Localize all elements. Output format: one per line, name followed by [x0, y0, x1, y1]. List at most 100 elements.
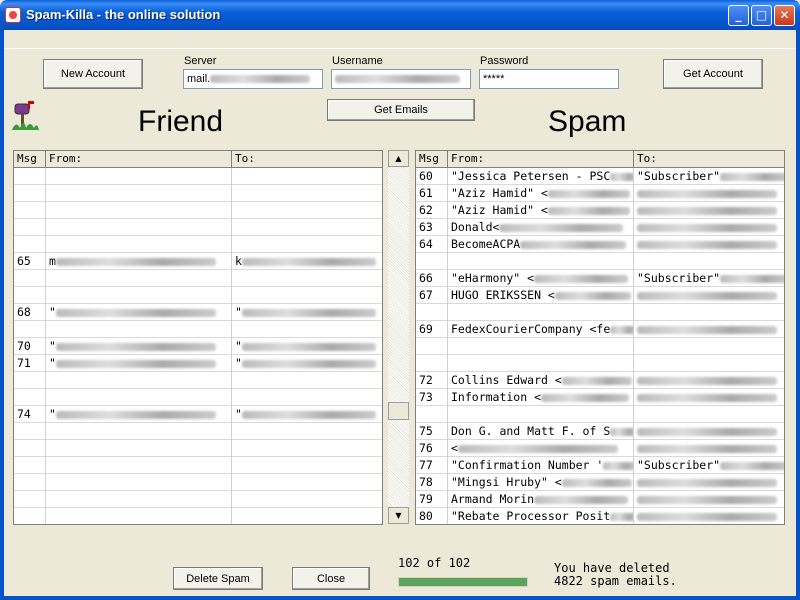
column-header-to[interactable]: To:: [232, 151, 382, 168]
table-row[interactable]: 61 "Aziz Hamid" <: [416, 185, 784, 202]
cell-msg: 71: [14, 355, 46, 372]
cell-from: "Rebate Processor Posit: [448, 508, 634, 524]
table-row[interactable]: [14, 491, 382, 508]
cell-from: ": [46, 406, 232, 423]
table-row[interactable]: [14, 372, 382, 389]
table-row[interactable]: 62 "Aziz Hamid" <: [416, 202, 784, 219]
table-row[interactable]: 63 Donald<: [416, 219, 784, 236]
table-row[interactable]: [14, 168, 382, 185]
cell-msg: 75: [416, 423, 448, 440]
table-row[interactable]: [14, 474, 382, 491]
table-row[interactable]: [416, 355, 784, 372]
cell-from: [46, 270, 232, 287]
scroll-down-button[interactable]: ▼: [388, 507, 409, 524]
cell-to: [232, 185, 382, 202]
redacted-text: [547, 189, 630, 198]
redacted-text: [534, 495, 629, 504]
table-row[interactable]: [416, 304, 784, 321]
table-row[interactable]: 72 Collins Edward <: [416, 372, 784, 389]
column-header-from[interactable]: From:: [448, 151, 634, 168]
table-row[interactable]: [14, 270, 382, 287]
column-header-from[interactable]: From:: [46, 151, 232, 168]
cell-to: [634, 389, 784, 406]
table-row[interactable]: [14, 236, 382, 253]
table-row[interactable]: 71 " ": [14, 355, 382, 372]
table-row[interactable]: [14, 321, 382, 338]
table-row[interactable]: [416, 338, 784, 355]
table-row[interactable]: 78 "Mingsi Hruby" <: [416, 474, 784, 491]
redacted-text: [637, 189, 777, 198]
cell-msg: [14, 219, 46, 236]
table-row[interactable]: [14, 202, 382, 219]
table-row[interactable]: 70 " ": [14, 338, 382, 355]
table-row[interactable]: [416, 253, 784, 270]
redacted-text: [610, 427, 633, 436]
minimize-button[interactable]: _: [728, 5, 749, 26]
table-row[interactable]: 68 " ": [14, 304, 382, 321]
scroll-thumb[interactable]: [388, 402, 409, 420]
cell-text: "Subscriber": [637, 271, 721, 285]
window-frame-right: [796, 30, 800, 600]
table-row[interactable]: 60 "Jessica Petersen - PSC "Subscriber": [416, 168, 784, 185]
table-row[interactable]: 76 <: [416, 440, 784, 457]
table-row[interactable]: [416, 406, 784, 423]
cell-text: Armand Morin: [451, 492, 535, 506]
cell-text: Donald<: [451, 220, 500, 234]
table-row[interactable]: 74 " ": [14, 406, 382, 423]
table-row[interactable]: 69 FedexCourierCompany <fe: [416, 321, 784, 338]
cell-text: Don G. and Matt F. of S: [451, 424, 611, 438]
app-icon[interactable]: [5, 7, 21, 23]
cell-to: [232, 321, 382, 338]
get-emails-button[interactable]: Get Emails: [327, 99, 475, 121]
column-header-msg[interactable]: Msg: [14, 151, 46, 168]
table-row[interactable]: 77 "Confirmation Number ' "Subscriber": [416, 457, 784, 474]
table-row[interactable]: 79 Armand Morin: [416, 491, 784, 508]
password-field[interactable]: *****: [479, 69, 619, 89]
spam-email-grid[interactable]: Msg From: To: 60 "Jessica Petersen - PSC "…: [415, 150, 785, 525]
menu-separator: [4, 48, 796, 49]
new-account-button[interactable]: New Account: [43, 59, 143, 89]
column-header-msg[interactable]: Msg: [416, 151, 448, 168]
column-header-to[interactable]: To:: [634, 151, 784, 168]
table-row[interactable]: [14, 457, 382, 474]
grid-scrollbar[interactable]: ▲ ▼: [388, 150, 409, 524]
cell-from: [46, 287, 232, 304]
table-row[interactable]: [14, 219, 382, 236]
table-row[interactable]: 80 "Rebate Processor Posit: [416, 508, 784, 524]
redacted-text: [637, 325, 777, 334]
table-row[interactable]: [14, 287, 382, 304]
table-row[interactable]: 67 HUGO ERIKSSEN <: [416, 287, 784, 304]
cell-text: ": [235, 407, 242, 421]
friend-email-grid[interactable]: Msg From: To: 65 m k 68 " " 70 " " 71 " " 74 " ": [13, 150, 383, 525]
table-row[interactable]: [14, 440, 382, 457]
cell-text: ": [49, 356, 56, 370]
redacted-text: [610, 325, 633, 334]
table-row[interactable]: [14, 423, 382, 440]
cell-from: [448, 253, 634, 270]
get-account-button[interactable]: Get Account: [663, 59, 763, 89]
cell-to: [634, 355, 784, 372]
scroll-track[interactable]: [388, 167, 409, 507]
table-row[interactable]: 73 Information <: [416, 389, 784, 406]
close-window-button[interactable]: ✕: [774, 5, 795, 26]
table-row[interactable]: 65 m k: [14, 253, 382, 270]
close-button[interactable]: Close: [292, 567, 370, 590]
cell-text: ": [49, 407, 56, 421]
table-row[interactable]: [14, 185, 382, 202]
table-row[interactable]: [14, 508, 382, 524]
cell-msg: [416, 355, 448, 372]
table-row[interactable]: 64 BecomeACPA: [416, 236, 784, 253]
table-row[interactable]: 75 Don G. and Matt F. of S: [416, 423, 784, 440]
scroll-up-button[interactable]: ▲: [388, 150, 409, 167]
redacted-text: [637, 291, 777, 300]
table-row[interactable]: 66 "eHarmony" < "Subscriber": [416, 270, 784, 287]
cell-to: "Subscriber": [634, 270, 784, 287]
title-bar[interactable]: Spam-Killa - the online solution _ □ ✕: [0, 0, 800, 30]
server-field[interactable]: mail.: [183, 69, 323, 89]
cell-to: [634, 185, 784, 202]
username-field[interactable]: [331, 69, 471, 89]
maximize-button[interactable]: □: [751, 5, 772, 26]
table-row[interactable]: [14, 389, 382, 406]
delete-spam-button[interactable]: Delete Spam: [173, 567, 263, 590]
cell-msg: [14, 389, 46, 406]
